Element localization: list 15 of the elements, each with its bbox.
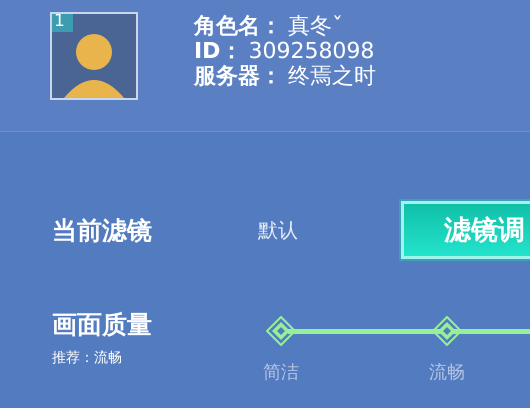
server-label: 服务器： [194,64,282,89]
diamond-stop-icon[interactable] [266,316,296,346]
recommendation-text: 推荐：流畅 [52,349,123,367]
quality-label: 画面质量 [52,309,153,341]
server-value: 终焉之时 [288,64,376,89]
diamond-stop-icon[interactable] [432,316,462,346]
name-value: 真冬ˇ [288,14,343,39]
filter-adjust-button[interactable]: 滤镜调 [401,201,530,259]
quality-option[interactable]: 流畅 [429,360,465,384]
quality-option[interactable]: 简洁 [263,360,299,384]
filter-label: 当前滤镜 [52,214,153,246]
name-label: 角色名： [194,14,282,39]
current-filter: 默认 [258,216,299,244]
id-value: 309258098 [248,39,374,64]
id-label: ID： [194,39,242,64]
